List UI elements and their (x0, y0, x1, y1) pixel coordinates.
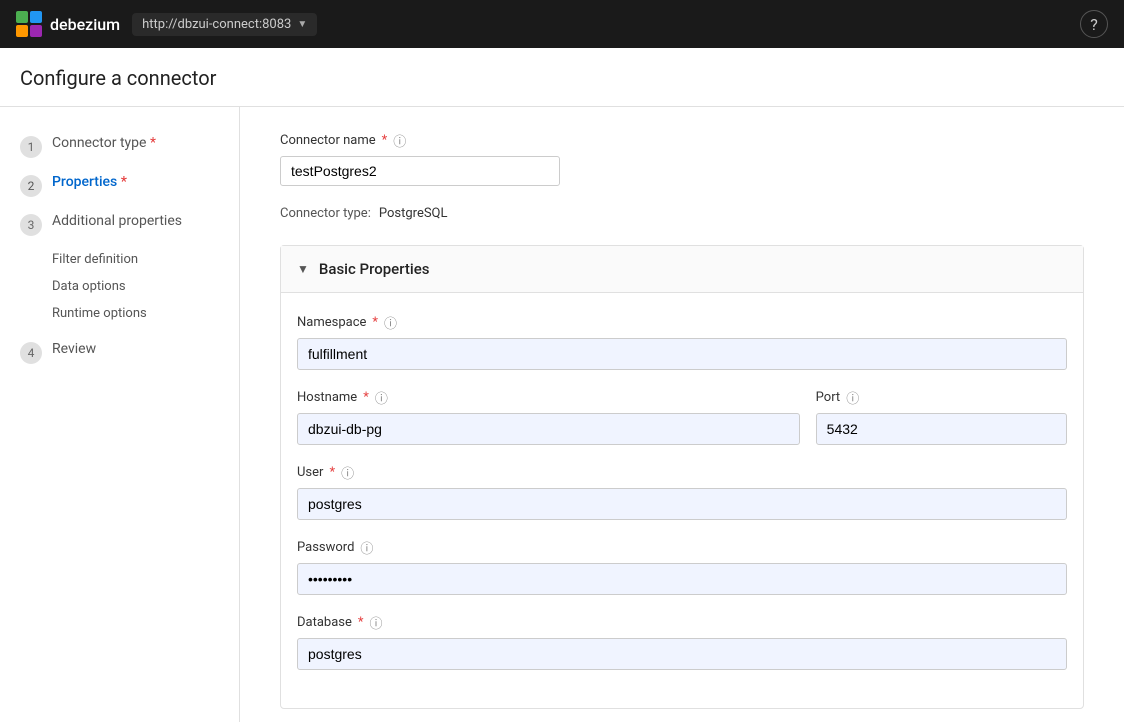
logo-text: debezium (50, 15, 120, 34)
database-info-icon[interactable]: ⓘ (370, 613, 383, 632)
user-input[interactable] (297, 488, 1067, 520)
port-label: Port ⓘ (816, 388, 1067, 407)
connector-name-label: Connector name * ⓘ (280, 131, 1084, 150)
sidebar-step-2[interactable]: 2 Properties * (0, 166, 239, 205)
url-text: http://dbzui-connect:8083 (142, 17, 291, 32)
namespace-input[interactable] (297, 338, 1067, 370)
password-info-icon[interactable]: ⓘ (360, 538, 373, 557)
database-label: Database * ⓘ (297, 613, 1067, 632)
url-display[interactable]: http://dbzui-connect:8083 ▼ (132, 13, 317, 36)
basic-properties-section: ▼ Basic Properties Namespace * ⓘ (280, 245, 1084, 709)
sidebar-step-1[interactable]: 1 Connector type * (0, 127, 239, 166)
main-layout: 1 Connector type * 2 Properties * 3 Addi… (0, 107, 1124, 722)
sidebar-sub-items: Filter definition Data options Runtime o… (52, 248, 239, 325)
logo-area: debezium (16, 11, 120, 37)
sidebar-step-3[interactable]: 3 Additional properties (0, 205, 239, 244)
page-title: Configure a connector (20, 66, 1104, 90)
hostname-label: Hostname * ⓘ (297, 388, 800, 407)
debezium-logo (16, 11, 42, 37)
nav-left: debezium http://dbzui-connect:8083 ▼ (16, 11, 317, 37)
sidebar: 1 Connector type * 2 Properties * 3 Addi… (0, 107, 240, 722)
sidebar-step-4[interactable]: 4 Review (0, 333, 239, 372)
connector-type-row: Connector type: PostgreSQL (280, 206, 1084, 221)
user-label: User * ⓘ (297, 463, 1067, 482)
hostname-info-icon[interactable]: ⓘ (375, 388, 388, 407)
basic-properties-header[interactable]: ▼ Basic Properties (281, 246, 1083, 293)
namespace-info-icon[interactable]: ⓘ (384, 313, 397, 332)
step-label-3: Additional properties (52, 213, 182, 229)
top-navigation: debezium http://dbzui-connect:8083 ▼ ? (0, 0, 1124, 48)
step-1-required: * (150, 135, 156, 151)
sidebar-sub-data-options[interactable]: Data options (52, 275, 239, 298)
database-field: Database * ⓘ (297, 613, 1067, 670)
port-col: Port ⓘ (816, 388, 1067, 445)
connector-type-label: Connector type: (280, 206, 371, 221)
password-field: Password ⓘ (297, 538, 1067, 595)
user-info-icon[interactable]: ⓘ (341, 463, 354, 482)
connector-type-value: PostgreSQL (379, 206, 448, 221)
user-field: User * ⓘ (297, 463, 1067, 520)
basic-properties-body: Namespace * ⓘ Hostname * ⓘ (281, 293, 1083, 708)
connector-name-field-row: Connector name * ⓘ (280, 131, 1084, 186)
hostname-input[interactable] (297, 413, 800, 445)
connector-name-input[interactable] (280, 156, 560, 186)
password-label: Password ⓘ (297, 538, 1067, 557)
basic-properties-chevron-icon: ▼ (297, 262, 309, 276)
step-number-4: 4 (20, 342, 42, 364)
password-input[interactable] (297, 563, 1067, 595)
step-label-4: Review (52, 341, 96, 357)
content-area: Connector name * ⓘ Connector type: Postg… (240, 107, 1124, 722)
namespace-label: Namespace * ⓘ (297, 313, 1067, 332)
step-number-3: 3 (20, 214, 42, 236)
page-title-bar: Configure a connector (0, 48, 1124, 107)
hostname-port-row: Hostname * ⓘ Port ⓘ (297, 388, 1067, 445)
hostname-col: Hostname * ⓘ (297, 388, 800, 445)
help-icon[interactable]: ? (1080, 10, 1108, 38)
port-input[interactable] (816, 413, 1067, 445)
step-label-2: Properties * (52, 174, 127, 190)
sidebar-sub-filter-definition[interactable]: Filter definition (52, 248, 239, 271)
step-number-2: 2 (20, 175, 42, 197)
sidebar-sub-runtime-options[interactable]: Runtime options (52, 302, 239, 325)
step-2-required: * (121, 174, 127, 190)
port-info-icon[interactable]: ⓘ (846, 388, 859, 407)
step-number-1: 1 (20, 136, 42, 158)
connector-name-info-icon[interactable]: ⓘ (393, 131, 406, 150)
namespace-field: Namespace * ⓘ (297, 313, 1067, 370)
url-chevron-icon: ▼ (297, 19, 307, 30)
database-input[interactable] (297, 638, 1067, 670)
basic-properties-title: Basic Properties (319, 260, 430, 278)
step-label-1: Connector type * (52, 135, 156, 151)
